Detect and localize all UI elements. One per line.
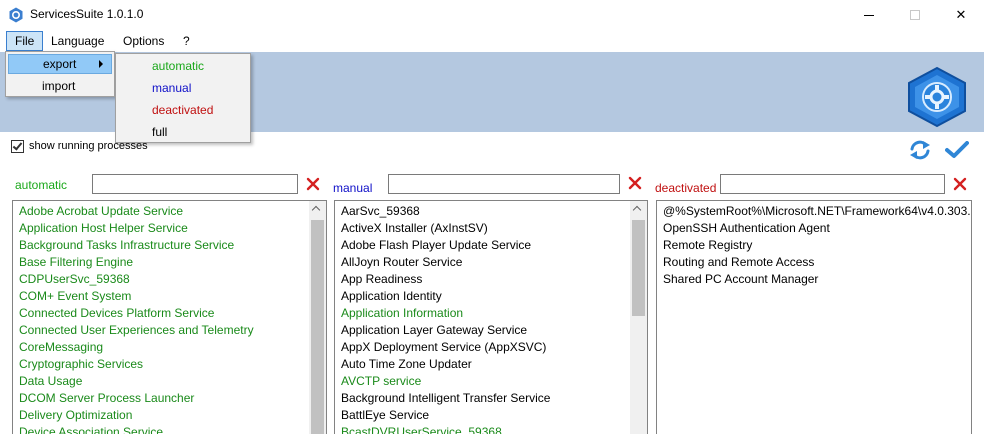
- file-dropdown-menu: export import: [5, 51, 115, 97]
- automatic-column-label: automatic: [15, 178, 68, 192]
- maximize-icon: [910, 10, 920, 20]
- menu-item-export-label: export: [43, 57, 77, 71]
- list-item[interactable]: OpenSSH Authentication Agent: [657, 220, 971, 237]
- export-deactivated[interactable]: deactivated: [118, 100, 248, 120]
- clear-deactivated-search-icon[interactable]: [953, 177, 967, 191]
- automatic-items: Adobe Acrobat Update Service Application …: [13, 203, 309, 434]
- clear-manual-search-icon[interactable]: [628, 176, 642, 190]
- scroll-up-icon[interactable]: [630, 201, 647, 218]
- manual-services-list[interactable]: AarSvc_59368 ActiveX Installer (AxInstSV)…: [334, 200, 648, 434]
- list-item[interactable]: Connected User Experiences and Telemetry: [13, 322, 309, 339]
- list-item[interactable]: Base Filtering Engine: [13, 254, 309, 271]
- maximize-button[interactable]: [892, 0, 938, 30]
- services-suite-logo-icon: [908, 66, 966, 128]
- list-item[interactable]: Remote Registry: [657, 237, 971, 254]
- list-item[interactable]: Connected Devices Platform Service: [13, 305, 309, 322]
- list-item[interactable]: CDPUserSvc_59368: [13, 271, 309, 288]
- list-item[interactable]: Auto Time Zone Updater: [335, 356, 630, 373]
- menu-item-import[interactable]: import: [8, 76, 112, 96]
- list-item[interactable]: COM+ Event System: [13, 288, 309, 305]
- list-item[interactable]: Application Host Helper Service: [13, 220, 309, 237]
- list-item[interactable]: AllJoyn Router Service: [335, 254, 630, 271]
- export-automatic[interactable]: automatic: [118, 56, 248, 76]
- list-item[interactable]: Shared PC Account Manager: [657, 271, 971, 288]
- list-item[interactable]: AarSvc_59368: [335, 203, 630, 220]
- list-item[interactable]: BcastDVRUserService_59368: [335, 424, 630, 434]
- deactivated-column-label: deactivated: [655, 181, 717, 195]
- menu-options[interactable]: Options: [115, 31, 172, 51]
- automatic-search-input[interactable]: [92, 174, 298, 194]
- list-item[interactable]: Application Layer Gateway Service: [335, 322, 630, 339]
- list-item[interactable]: AppX Deployment Service (AppXSVC): [335, 339, 630, 356]
- close-button[interactable]: ✕: [938, 0, 984, 30]
- manual-items: AarSvc_59368 ActiveX Installer (AxInstSV)…: [335, 203, 630, 434]
- list-item[interactable]: App Readiness: [335, 271, 630, 288]
- list-item[interactable]: @%SystemRoot%\Microsoft.NET\Framework64\…: [657, 203, 971, 220]
- list-item[interactable]: Adobe Acrobat Update Service: [13, 203, 309, 220]
- list-item[interactable]: Application Information: [335, 305, 630, 322]
- export-manual[interactable]: manual: [118, 78, 248, 98]
- list-item[interactable]: CoreMessaging: [13, 339, 309, 356]
- list-item[interactable]: DCOM Server Process Launcher: [13, 390, 309, 407]
- menu-file[interactable]: File: [6, 31, 44, 51]
- list-item[interactable]: AVCTP service: [335, 373, 630, 390]
- export-submenu: automatic manual deactivated full: [115, 53, 251, 143]
- list-item[interactable]: Background Intelligent Transfer Service: [335, 390, 630, 407]
- list-item[interactable]: Data Usage: [13, 373, 309, 390]
- list-item[interactable]: Cryptographic Services: [13, 356, 309, 373]
- minimize-icon: [864, 14, 874, 16]
- menu-bar: File Language Options ?: [0, 30, 984, 52]
- deactivated-items: @%SystemRoot%\Microsoft.NET\Framework64\…: [657, 203, 971, 288]
- submenu-arrow-icon: [99, 60, 103, 68]
- manual-column-label: manual: [333, 181, 373, 195]
- title-bar: ServicesSuite 1.0.1.0 ✕: [0, 0, 984, 30]
- list-item[interactable]: ActiveX Installer (AxInstSV): [335, 220, 630, 237]
- list-item[interactable]: Routing and Remote Access: [657, 254, 971, 271]
- scroll-up-icon[interactable]: [309, 201, 326, 218]
- clear-automatic-search-icon[interactable]: [306, 177, 320, 191]
- show-running-checkbox[interactable]: [11, 140, 24, 153]
- deactivated-services-list[interactable]: @%SystemRoot%\Microsoft.NET\Framework64\…: [656, 200, 972, 434]
- deactivated-search-input[interactable]: [720, 174, 945, 194]
- manual-search-input[interactable]: [388, 174, 620, 194]
- manual-scrollbar[interactable]: [630, 201, 647, 434]
- automatic-scrollbar[interactable]: [309, 201, 326, 434]
- menu-language[interactable]: Language: [43, 31, 112, 51]
- refresh-icon[interactable]: [908, 139, 932, 161]
- scrollbar-thumb[interactable]: [311, 220, 324, 434]
- checkmark-icon: [12, 140, 23, 151]
- list-item[interactable]: Background Tasks Infrastructure Service: [13, 237, 309, 254]
- list-item[interactable]: Device Association Service: [13, 424, 309, 434]
- menu-item-export[interactable]: export: [8, 54, 112, 74]
- window-title: ServicesSuite 1.0.1.0: [30, 7, 144, 21]
- app-gear-icon: [9, 7, 23, 23]
- list-item[interactable]: Delivery Optimization: [13, 407, 309, 424]
- list-item[interactable]: BattlEye Service: [335, 407, 630, 424]
- scrollbar-thumb[interactable]: [632, 220, 645, 316]
- apply-checkmark-icon[interactable]: [945, 141, 969, 159]
- list-item[interactable]: Adobe Flash Player Update Service: [335, 237, 630, 254]
- export-full[interactable]: full: [118, 122, 248, 142]
- automatic-services-list[interactable]: Adobe Acrobat Update Service Application …: [12, 200, 327, 434]
- minimize-button[interactable]: [846, 0, 892, 30]
- list-item[interactable]: Application Identity: [335, 288, 630, 305]
- menu-help[interactable]: ?: [175, 31, 198, 51]
